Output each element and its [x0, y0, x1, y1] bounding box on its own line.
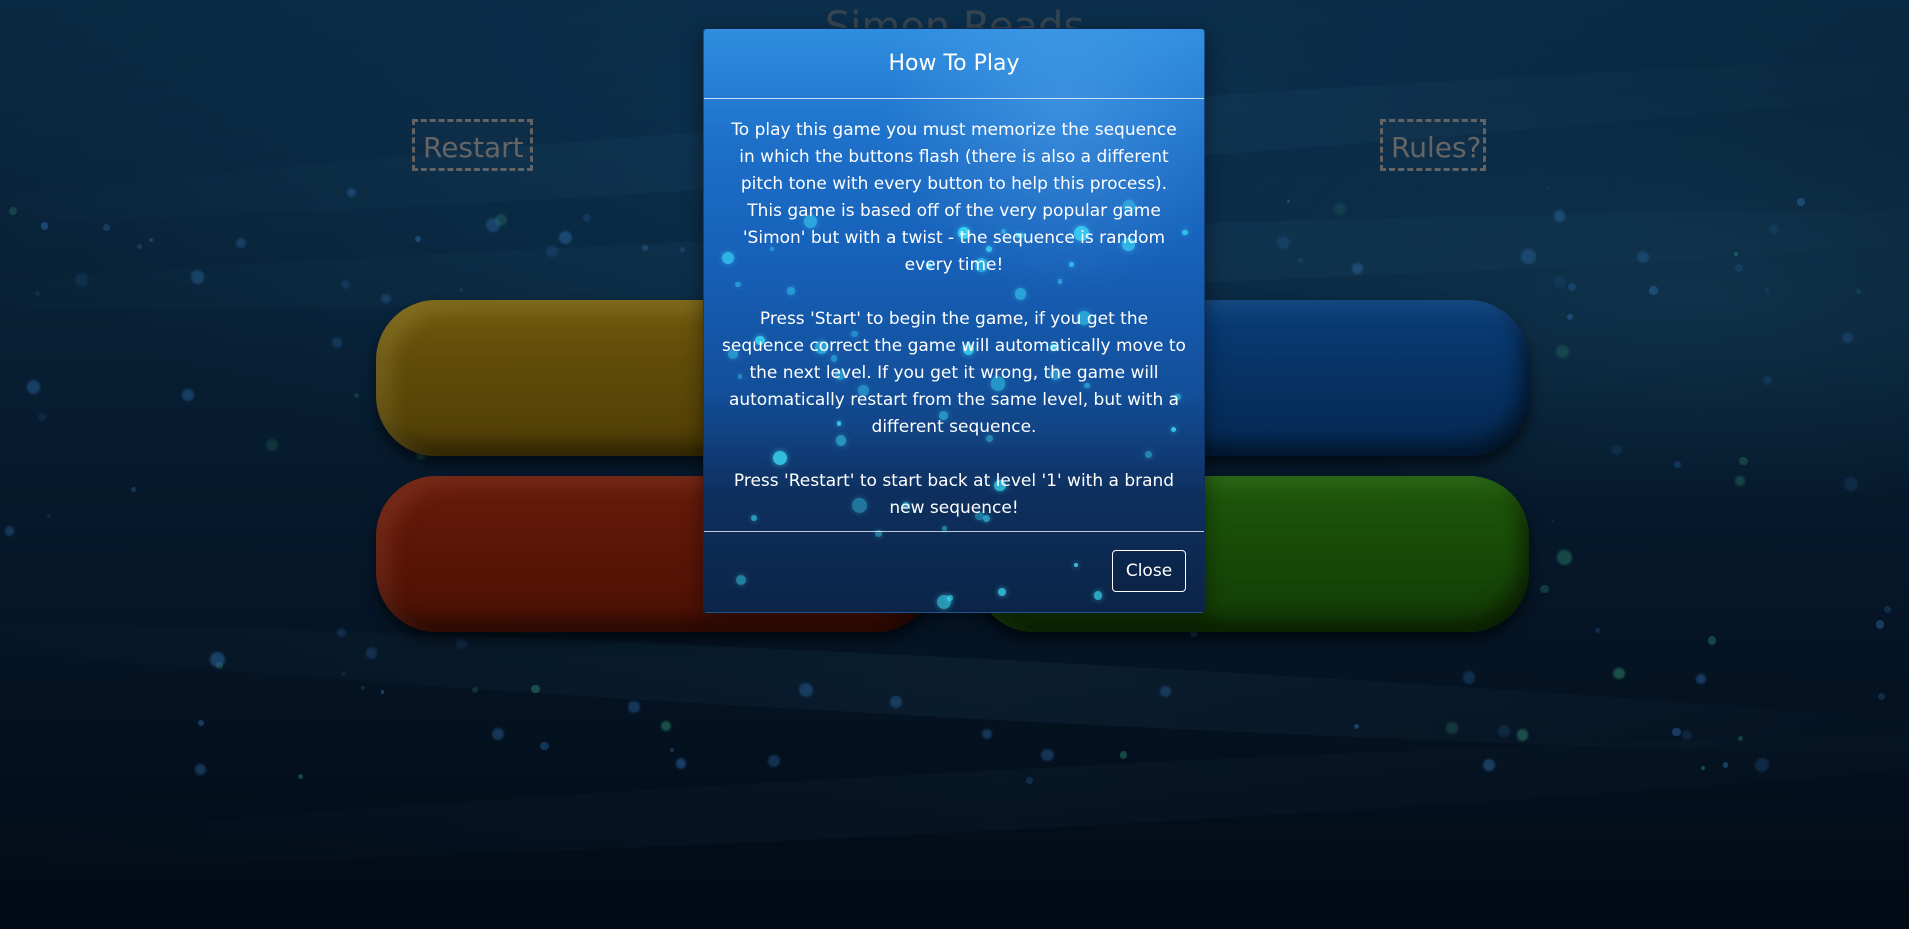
modal-header: How To Play — [704, 29, 1204, 99]
modal-title: How To Play — [888, 51, 1020, 76]
rules-paragraph: Press 'Start' to begin the game, if you … — [722, 309, 1186, 437]
modal-footer: Close — [704, 531, 1204, 612]
game-page: Simon Reads Restart Rules? How To Play T… — [0, 0, 1909, 929]
rules-paragraph: Press 'Restart' to start back at level '… — [733, 471, 1175, 518]
how-to-play-modal: How To Play To play this game you must m… — [703, 28, 1205, 613]
rules-paragraph: To play this game you must memorize the … — [731, 120, 1177, 275]
modal-body: To play this game you must memorize the … — [722, 117, 1186, 549]
close-button[interactable]: Close — [1112, 550, 1186, 592]
